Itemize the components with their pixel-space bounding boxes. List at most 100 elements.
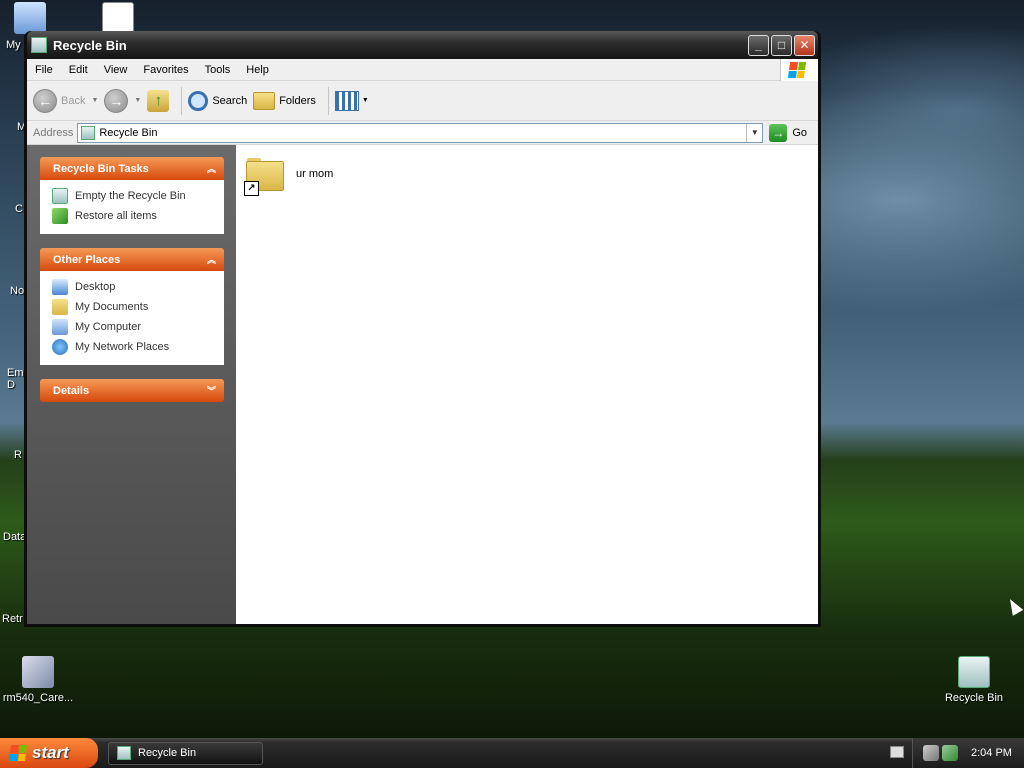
close-button[interactable]: ✕: [794, 34, 815, 56]
network-places-icon: [52, 339, 68, 355]
recycle-bin-tasks-title: Recycle Bin Tasks: [53, 162, 149, 175]
back-label: Back: [61, 94, 86, 107]
desktop-label-1[interactable]: My: [6, 39, 21, 51]
menu-tools[interactable]: Tools: [197, 64, 239, 76]
back-button[interactable]: ← Back ▼: [33, 88, 98, 113]
menu-favorites[interactable]: Favorites: [135, 64, 196, 76]
system-tray: 2:04 PM: [912, 738, 1024, 768]
other-places-title: Other Places: [53, 253, 121, 266]
minimize-button[interactable]: _: [748, 34, 769, 56]
recycle-bin-icon: [52, 188, 68, 204]
toolbar-separator: [327, 86, 329, 115]
menu-view[interactable]: View: [96, 64, 136, 76]
desktop-label-8[interactable]: Retr: [2, 613, 23, 625]
recycle-bin-tasks-header[interactable]: Recycle Bin Tasks ︽: [40, 157, 224, 180]
desktop-icon-recycle-bin-label: Recycle Bin: [944, 692, 1004, 704]
menu-help[interactable]: Help: [238, 64, 277, 76]
expand-icon[interactable]: ︾: [203, 382, 220, 399]
forward-dropdown-icon[interactable]: ▼: [134, 97, 141, 104]
explorer-window: Recycle Bin _ □ ✕ File Edit View Favorit…: [24, 31, 821, 627]
collapse-icon[interactable]: ︽: [203, 251, 220, 268]
maximize-button[interactable]: □: [771, 34, 792, 56]
up-folder-button[interactable]: ↑: [147, 89, 170, 112]
address-dropdown-button[interactable]: ▼: [746, 123, 762, 142]
back-dropdown-icon[interactable]: ▼: [91, 97, 98, 104]
start-button[interactable]: start: [0, 738, 98, 768]
windows-flag-icon: [787, 62, 806, 78]
archive-icon: [102, 2, 134, 34]
taskbar-button-recycle-bin[interactable]: Recycle Bin: [108, 741, 263, 765]
file-list[interactable]: ↗ ur mom: [236, 145, 818, 624]
other-places-header[interactable]: Other Places ︽: [40, 248, 224, 271]
address-value: Recycle Bin: [99, 126, 158, 139]
restore-arrow-icon: [52, 208, 68, 224]
recycle-bin-icon: [31, 37, 47, 53]
search-button[interactable]: Search: [188, 90, 248, 111]
details-title: Details: [53, 384, 90, 397]
file-name: ur mom: [296, 168, 334, 180]
address-bar: Address Recycle Bin ▼ → Go: [27, 121, 818, 145]
my-network-places-link[interactable]: My Network Places: [52, 337, 214, 357]
desktop-label-6[interactable]: R: [14, 449, 22, 461]
desktop-label-4[interactable]: No: [10, 285, 24, 297]
views-dropdown-icon[interactable]: ▼: [362, 97, 369, 104]
recycle-bin-tasks-panel: Recycle Bin Tasks ︽ Empty the Recycle Bi…: [40, 157, 224, 234]
safely-remove-icon[interactable]: [942, 745, 958, 761]
folders-label: Folders: [279, 94, 316, 107]
taskbar: start Recycle Bin 2:04 PM: [0, 738, 1024, 768]
my-documents-label: My Documents: [75, 301, 149, 313]
go-label: Go: [792, 126, 808, 139]
forward-arrow-icon: →: [104, 88, 129, 113]
desktop-icon: [52, 279, 68, 295]
restore-all-items-label: Restore all items: [75, 210, 157, 222]
my-documents-icon: [52, 299, 68, 315]
desktop-label-7[interactable]: Data: [3, 531, 26, 543]
file-item[interactable]: ↗ ur mom: [244, 157, 334, 196]
back-arrow-icon: ←: [33, 88, 57, 113]
keyboard-icon[interactable]: [890, 746, 904, 758]
desktop-icon-recycle-bin[interactable]: Recycle Bin: [936, 656, 1012, 704]
empty-recycle-bin-link[interactable]: Empty the Recycle Bin: [52, 186, 214, 206]
minimize-icon: _: [755, 38, 762, 52]
details-panel: Details ︾: [40, 379, 224, 402]
go-button[interactable]: → Go: [769, 123, 808, 142]
address-input[interactable]: Recycle Bin ▼: [77, 122, 764, 143]
chevron-down-icon: ▼: [750, 128, 759, 137]
go-arrow-icon: →: [769, 123, 788, 142]
my-network-places-label: My Network Places: [75, 341, 170, 353]
restore-all-items-link[interactable]: Restore all items: [52, 206, 214, 226]
desktop-label-3[interactable]: C: [15, 203, 23, 215]
menu-edit[interactable]: Edit: [61, 64, 96, 76]
toolbar: ← Back ▼ → ▼ ↑ Search Folders ▼: [27, 81, 818, 121]
menu-bar: File Edit View Favorites Tools Help: [27, 59, 818, 81]
other-places-body: Desktop My Documents My Computer My Netw…: [40, 271, 224, 365]
window-content: Recycle Bin Tasks ︽ Empty the Recycle Bi…: [27, 145, 818, 624]
window-title: Recycle Bin: [53, 37, 127, 53]
title-bar[interactable]: Recycle Bin _ □ ✕: [27, 31, 818, 59]
up-folder-icon: ↑: [147, 89, 170, 112]
menu-file[interactable]: File: [27, 64, 61, 76]
recycle-bin-icon: [81, 125, 96, 140]
my-computer-link[interactable]: My Computer: [52, 317, 214, 337]
clock[interactable]: 2:04 PM: [971, 747, 1012, 759]
network-icon[interactable]: [923, 745, 939, 761]
search-label: Search: [212, 94, 248, 107]
shortcut-arrow-icon: ↗: [244, 181, 259, 196]
recycle-bin-tasks-body: Empty the Recycle Bin Restore all items: [40, 180, 224, 234]
desktop-label-5[interactable]: Em D: [7, 367, 24, 391]
task-pane: Recycle Bin Tasks ︽ Empty the Recycle Bi…: [27, 145, 236, 624]
views-icon: [334, 90, 359, 111]
collapse-icon[interactable]: ︽: [203, 160, 220, 177]
details-header[interactable]: Details ︾: [40, 379, 224, 402]
desktop-icon-rm540[interactable]: rm540_Care...: [0, 656, 76, 704]
folders-button[interactable]: Folders: [253, 91, 316, 110]
views-button[interactable]: ▼: [334, 90, 369, 111]
desktop-link-label: Desktop: [75, 281, 116, 293]
forward-button[interactable]: → ▼: [104, 88, 141, 113]
folder-icon: ↗: [244, 157, 286, 196]
my-documents-link[interactable]: My Documents: [52, 297, 214, 317]
desktop-link[interactable]: Desktop: [52, 277, 214, 297]
maximize-icon: □: [777, 38, 786, 52]
rm540-app-icon: [22, 656, 54, 688]
search-icon: [188, 90, 209, 111]
